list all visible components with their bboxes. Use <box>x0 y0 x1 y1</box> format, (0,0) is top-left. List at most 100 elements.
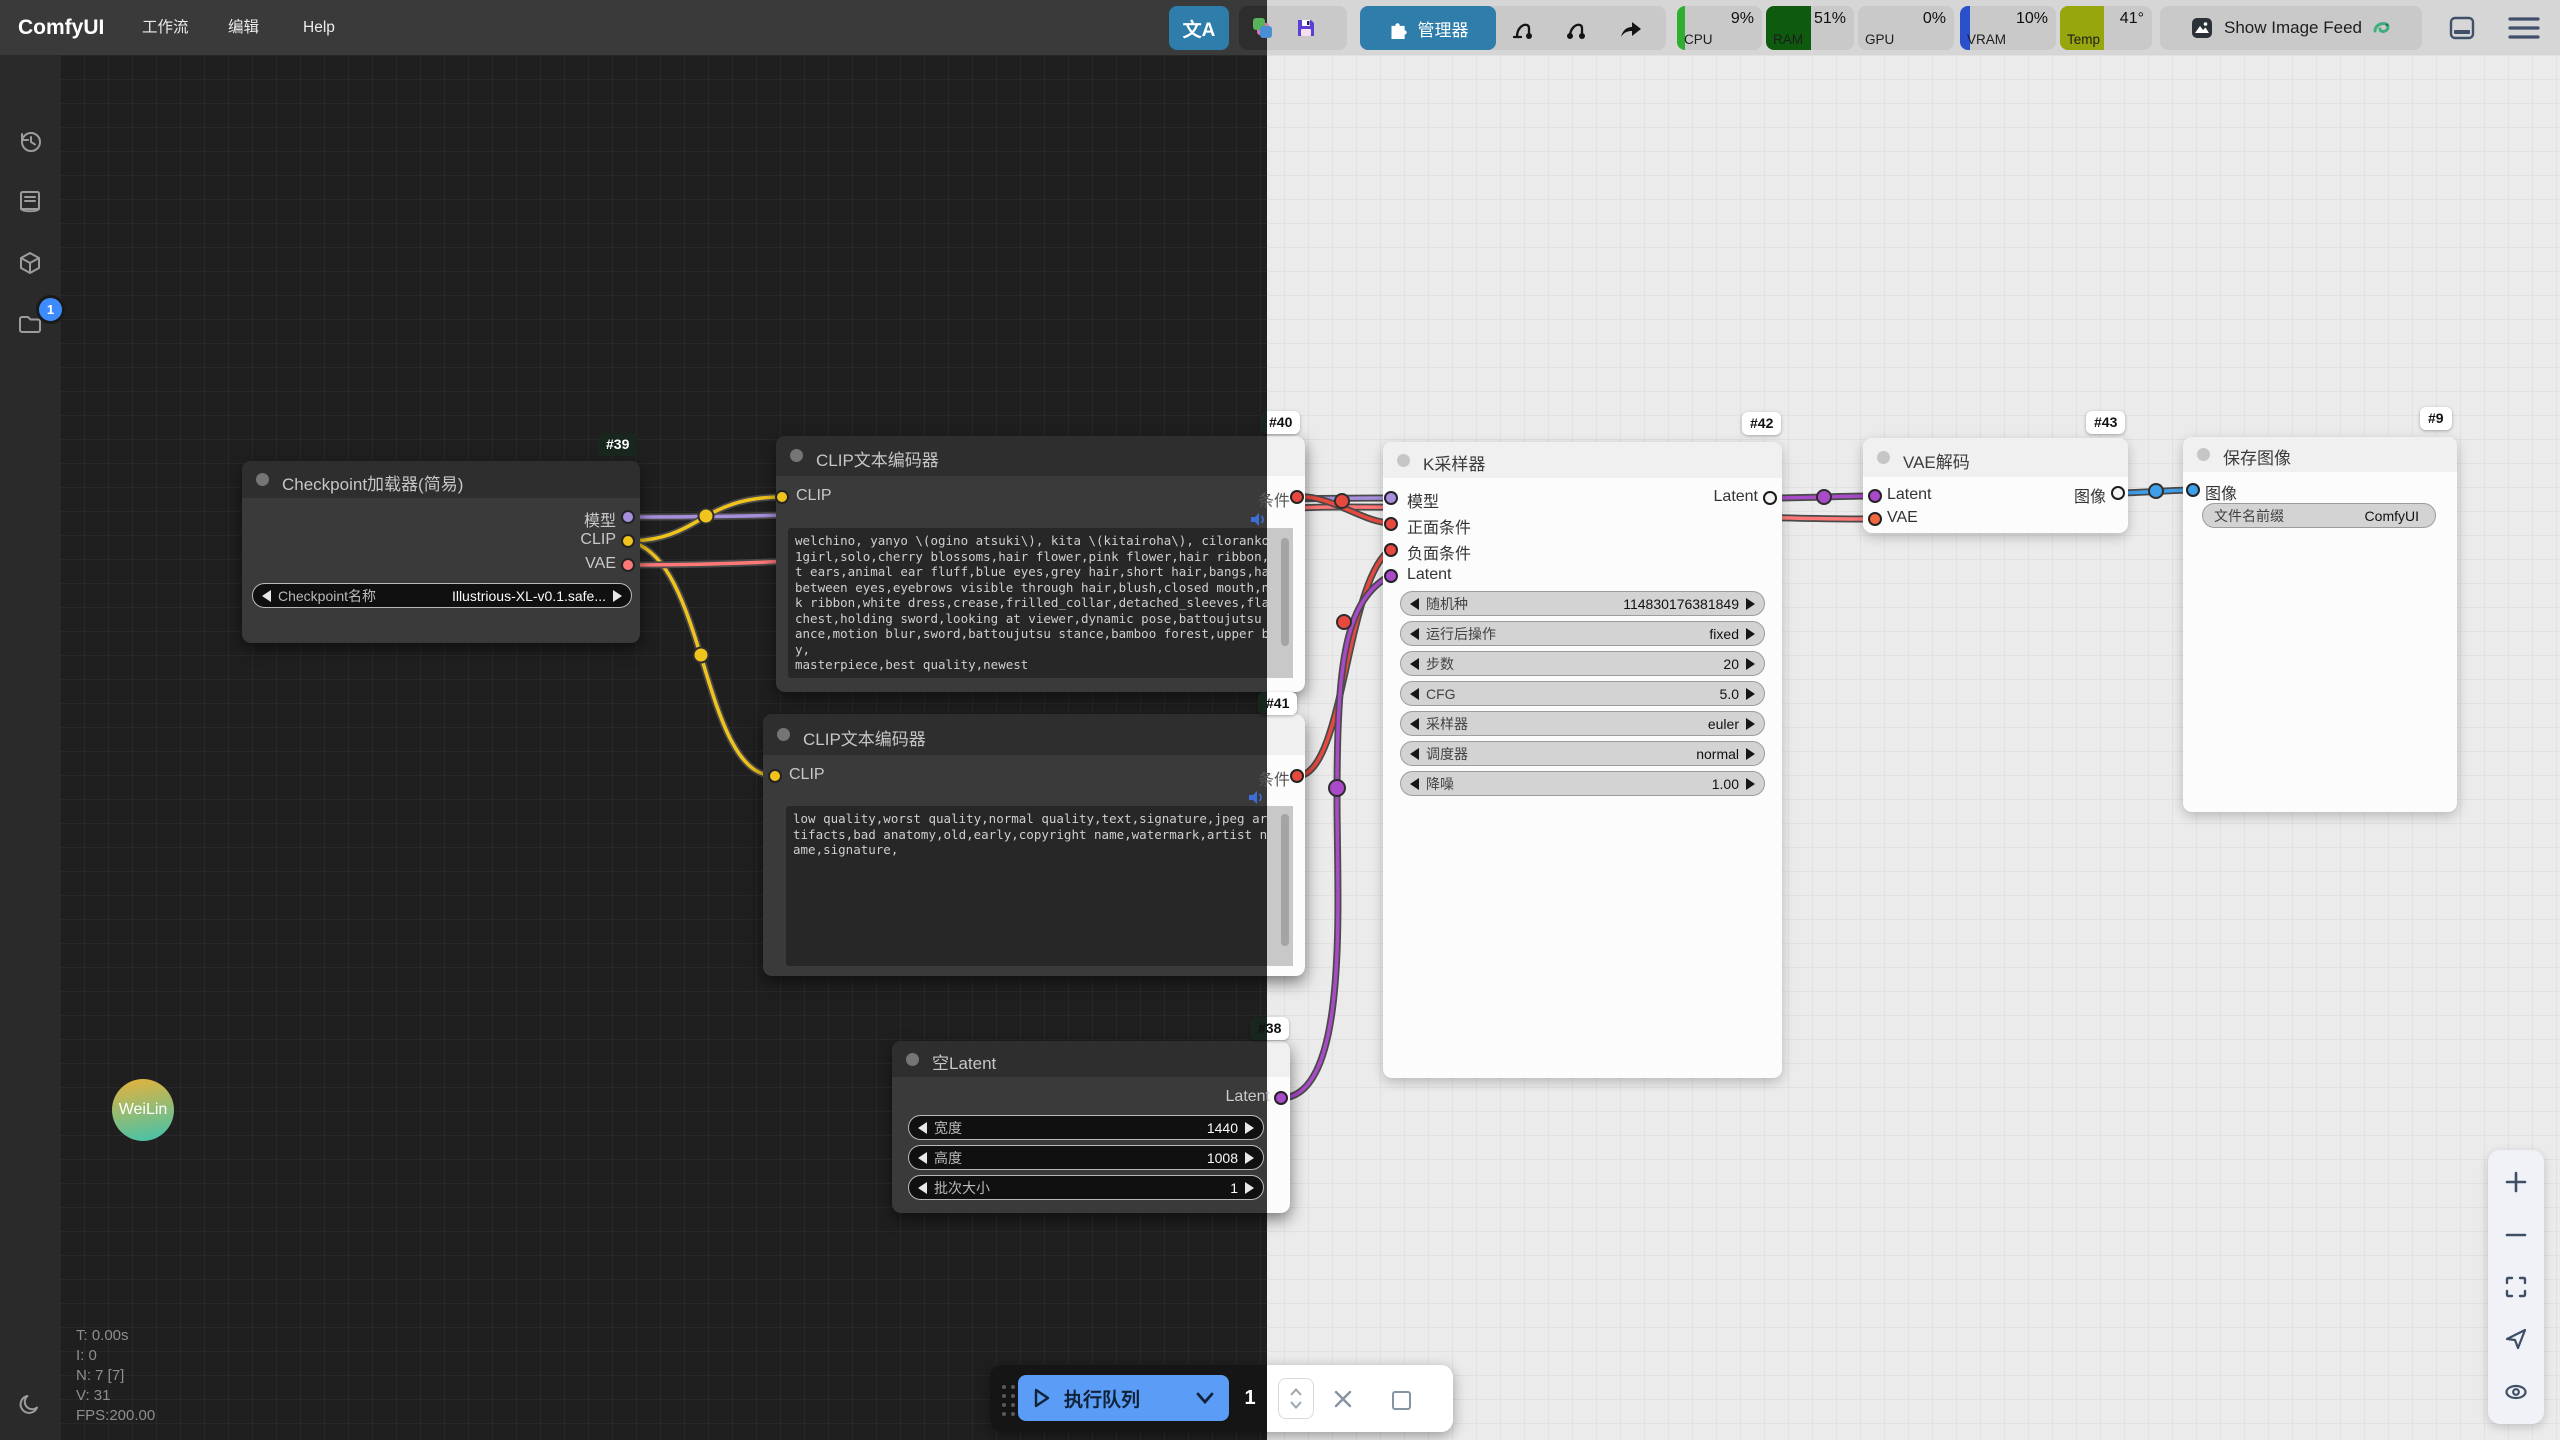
next-arrow-icon[interactable] <box>613 590 622 602</box>
node-header[interactable]: K采样器 <box>1383 442 1782 478</box>
positive-prompt-textarea[interactable]: welchino, yanyo \(ogino atsuki\), kita \… <box>788 528 1293 678</box>
next-arrow-icon[interactable] <box>1746 688 1755 700</box>
input-dot-clip[interactable] <box>775 490 789 504</box>
next-arrow-icon[interactable] <box>1245 1152 1254 1164</box>
zoom-out-icon[interactable] <box>2503 1222 2529 1248</box>
next-arrow-icon[interactable] <box>1746 658 1755 670</box>
height-widget[interactable]: 高度 1008 <box>908 1145 1264 1170</box>
fit-view-icon[interactable] <box>2503 1274 2529 1300</box>
output-dot-latent[interactable] <box>1763 491 1777 505</box>
input-dot-clip[interactable] <box>768 769 782 783</box>
prev-arrow-icon[interactable] <box>1410 598 1419 610</box>
node-library-icon[interactable] <box>17 189 43 215</box>
share-icon[interactable] <box>1618 15 1644 41</box>
collapse-dot-icon[interactable] <box>2197 448 2210 461</box>
next-arrow-icon[interactable] <box>1746 778 1755 790</box>
scheduler-widget[interactable]: 调度器 normal <box>1400 741 1765 766</box>
main-menu-icon[interactable] <box>2508 15 2540 41</box>
output-dot-cond[interactable] <box>1290 769 1304 783</box>
next-arrow-icon[interactable] <box>1746 748 1755 760</box>
prev-arrow-icon[interactable] <box>918 1152 927 1164</box>
translate-button[interactable]: 文A <box>1169 6 1229 50</box>
negative-prompt-textarea[interactable]: low quality,worst quality,normal quality… <box>786 806 1281 966</box>
batch-size-widget[interactable]: 批次大小 1 <box>908 1175 1264 1200</box>
steps-widget[interactable]: 步数 20 <box>1400 651 1765 676</box>
prev-arrow-icon[interactable] <box>1410 628 1419 640</box>
model-library-icon[interactable] <box>17 250 43 276</box>
next-arrow-icon[interactable] <box>1746 718 1755 730</box>
output-dot-image[interactable] <box>2111 486 2125 500</box>
output-dot-latent[interactable] <box>1274 1091 1288 1105</box>
bottom-panel-toggle-icon[interactable] <box>2448 14 2476 42</box>
batch-count-stepper[interactable] <box>1278 1378 1314 1419</box>
node-clip-encode-negative[interactable]: CLIP文本编码器 low quality,worst quality,norm… <box>763 714 1305 976</box>
node-clip-encode-positive[interactable]: CLIP文本编码器 welchino, yanyo \(ogino atsuki… <box>776 436 1305 692</box>
step-down-icon[interactable] <box>1289 1401 1303 1409</box>
menu-workflow[interactable]: 工作流 <box>142 0 189 55</box>
theme-toggle-moon-icon[interactable] <box>17 1392 43 1418</box>
prev-arrow-icon[interactable] <box>1410 748 1419 760</box>
cfg-widget[interactable]: CFG 5.0 <box>1400 681 1765 706</box>
speaker-icon[interactable] <box>1250 512 1267 527</box>
theme-palette-icon[interactable] <box>1251 17 1273 39</box>
step-up-icon[interactable] <box>1289 1388 1303 1396</box>
input-dot-model[interactable] <box>1384 491 1398 505</box>
prev-arrow-icon[interactable] <box>918 1122 927 1134</box>
sampler-widget[interactable]: 采样器 euler <box>1400 711 1765 736</box>
collapse-dot-icon[interactable] <box>790 449 803 462</box>
collapse-dot-icon[interactable] <box>906 1053 919 1066</box>
scrollbar-thumb[interactable] <box>1281 814 1289 946</box>
input-dot-vae[interactable] <box>1868 512 1882 526</box>
toggle-link-visibility-icon[interactable] <box>2503 1379 2529 1405</box>
zoom-in-icon[interactable] <box>2503 1169 2529 1195</box>
next-arrow-icon[interactable] <box>1245 1122 1254 1134</box>
prev-arrow-icon[interactable] <box>1410 718 1419 730</box>
next-arrow-icon[interactable] <box>1245 1182 1254 1194</box>
stop-icon[interactable] <box>1392 1391 1411 1410</box>
seed-widget[interactable]: 随机种 114830176381849 <box>1400 591 1765 616</box>
node-header[interactable]: 空Latent <box>892 1041 1290 1077</box>
clear-queue-icon[interactable] <box>1334 1390 1352 1408</box>
select-mode-icon[interactable] <box>2503 1326 2529 1352</box>
node-header[interactable]: VAE解码 <box>1863 438 2128 477</box>
control-after-generate-widget[interactable]: 运行后操作 fixed <box>1400 621 1765 646</box>
menu-edit[interactable]: 编辑 <box>228 0 259 55</box>
output-dot-model[interactable] <box>621 510 635 524</box>
save-workflow-icon[interactable] <box>1295 17 1317 39</box>
clear-cache-icon[interactable] <box>1510 15 1536 41</box>
speaker-icon[interactable] <box>1248 790 1265 805</box>
collapse-dot-icon[interactable] <box>256 473 269 486</box>
output-dot-cond[interactable] <box>1290 490 1304 504</box>
collapse-dot-icon[interactable] <box>1877 451 1890 464</box>
chevron-down-icon[interactable] <box>1195 1391 1215 1405</box>
run-queue-button[interactable]: 执行队列 <box>1018 1375 1229 1421</box>
input-dot-image[interactable] <box>2186 483 2200 497</box>
width-widget[interactable]: 宽度 1440 <box>908 1115 1264 1140</box>
input-dot-positive[interactable] <box>1384 517 1398 531</box>
input-dot-negative[interactable] <box>1384 543 1398 557</box>
node-checkpoint-loader[interactable]: Checkpoint加载器(简易) Checkpoint名称 Illustrio… <box>242 461 640 643</box>
input-dot-latent[interactable] <box>1868 489 1882 503</box>
node-header[interactable]: 保存图像 <box>2183 437 2457 472</box>
drag-handle[interactable] <box>1002 1385 1015 1416</box>
prev-arrow-icon[interactable] <box>1410 658 1419 670</box>
prev-arrow-icon[interactable] <box>1410 778 1419 790</box>
prev-arrow-icon[interactable] <box>1410 688 1419 700</box>
prev-arrow-icon[interactable] <box>918 1182 927 1194</box>
filename-prefix-widget[interactable]: 文件名前缀 ComfyUI <box>2202 503 2436 528</box>
node-header[interactable]: Checkpoint加载器(简易) <box>242 461 640 498</box>
show-image-feed-button[interactable]: Show Image Feed <box>2160 6 2422 50</box>
history-icon[interactable] <box>17 129 43 155</box>
node-empty-latent[interactable]: 空Latent 宽度 1440 高度 1008 批次大小 1 <box>892 1041 1290 1213</box>
free-memory-icon[interactable] <box>1562 15 1588 41</box>
input-dot-latent[interactable] <box>1384 569 1398 583</box>
next-arrow-icon[interactable] <box>1746 628 1755 640</box>
node-header[interactable]: CLIP文本编码器 <box>763 714 1305 755</box>
next-arrow-icon[interactable] <box>1746 598 1755 610</box>
prev-arrow-icon[interactable] <box>262 590 271 602</box>
collapse-dot-icon[interactable] <box>1397 454 1410 467</box>
node-header[interactable]: CLIP文本编码器 <box>776 436 1305 476</box>
weilin-avatar[interactable]: WeiLin <box>112 1079 174 1141</box>
checkpoint-name-widget[interactable]: Checkpoint名称 Illustrious-XL-v0.1.safe... <box>252 583 632 608</box>
denoise-widget[interactable]: 降噪 1.00 <box>1400 771 1765 796</box>
